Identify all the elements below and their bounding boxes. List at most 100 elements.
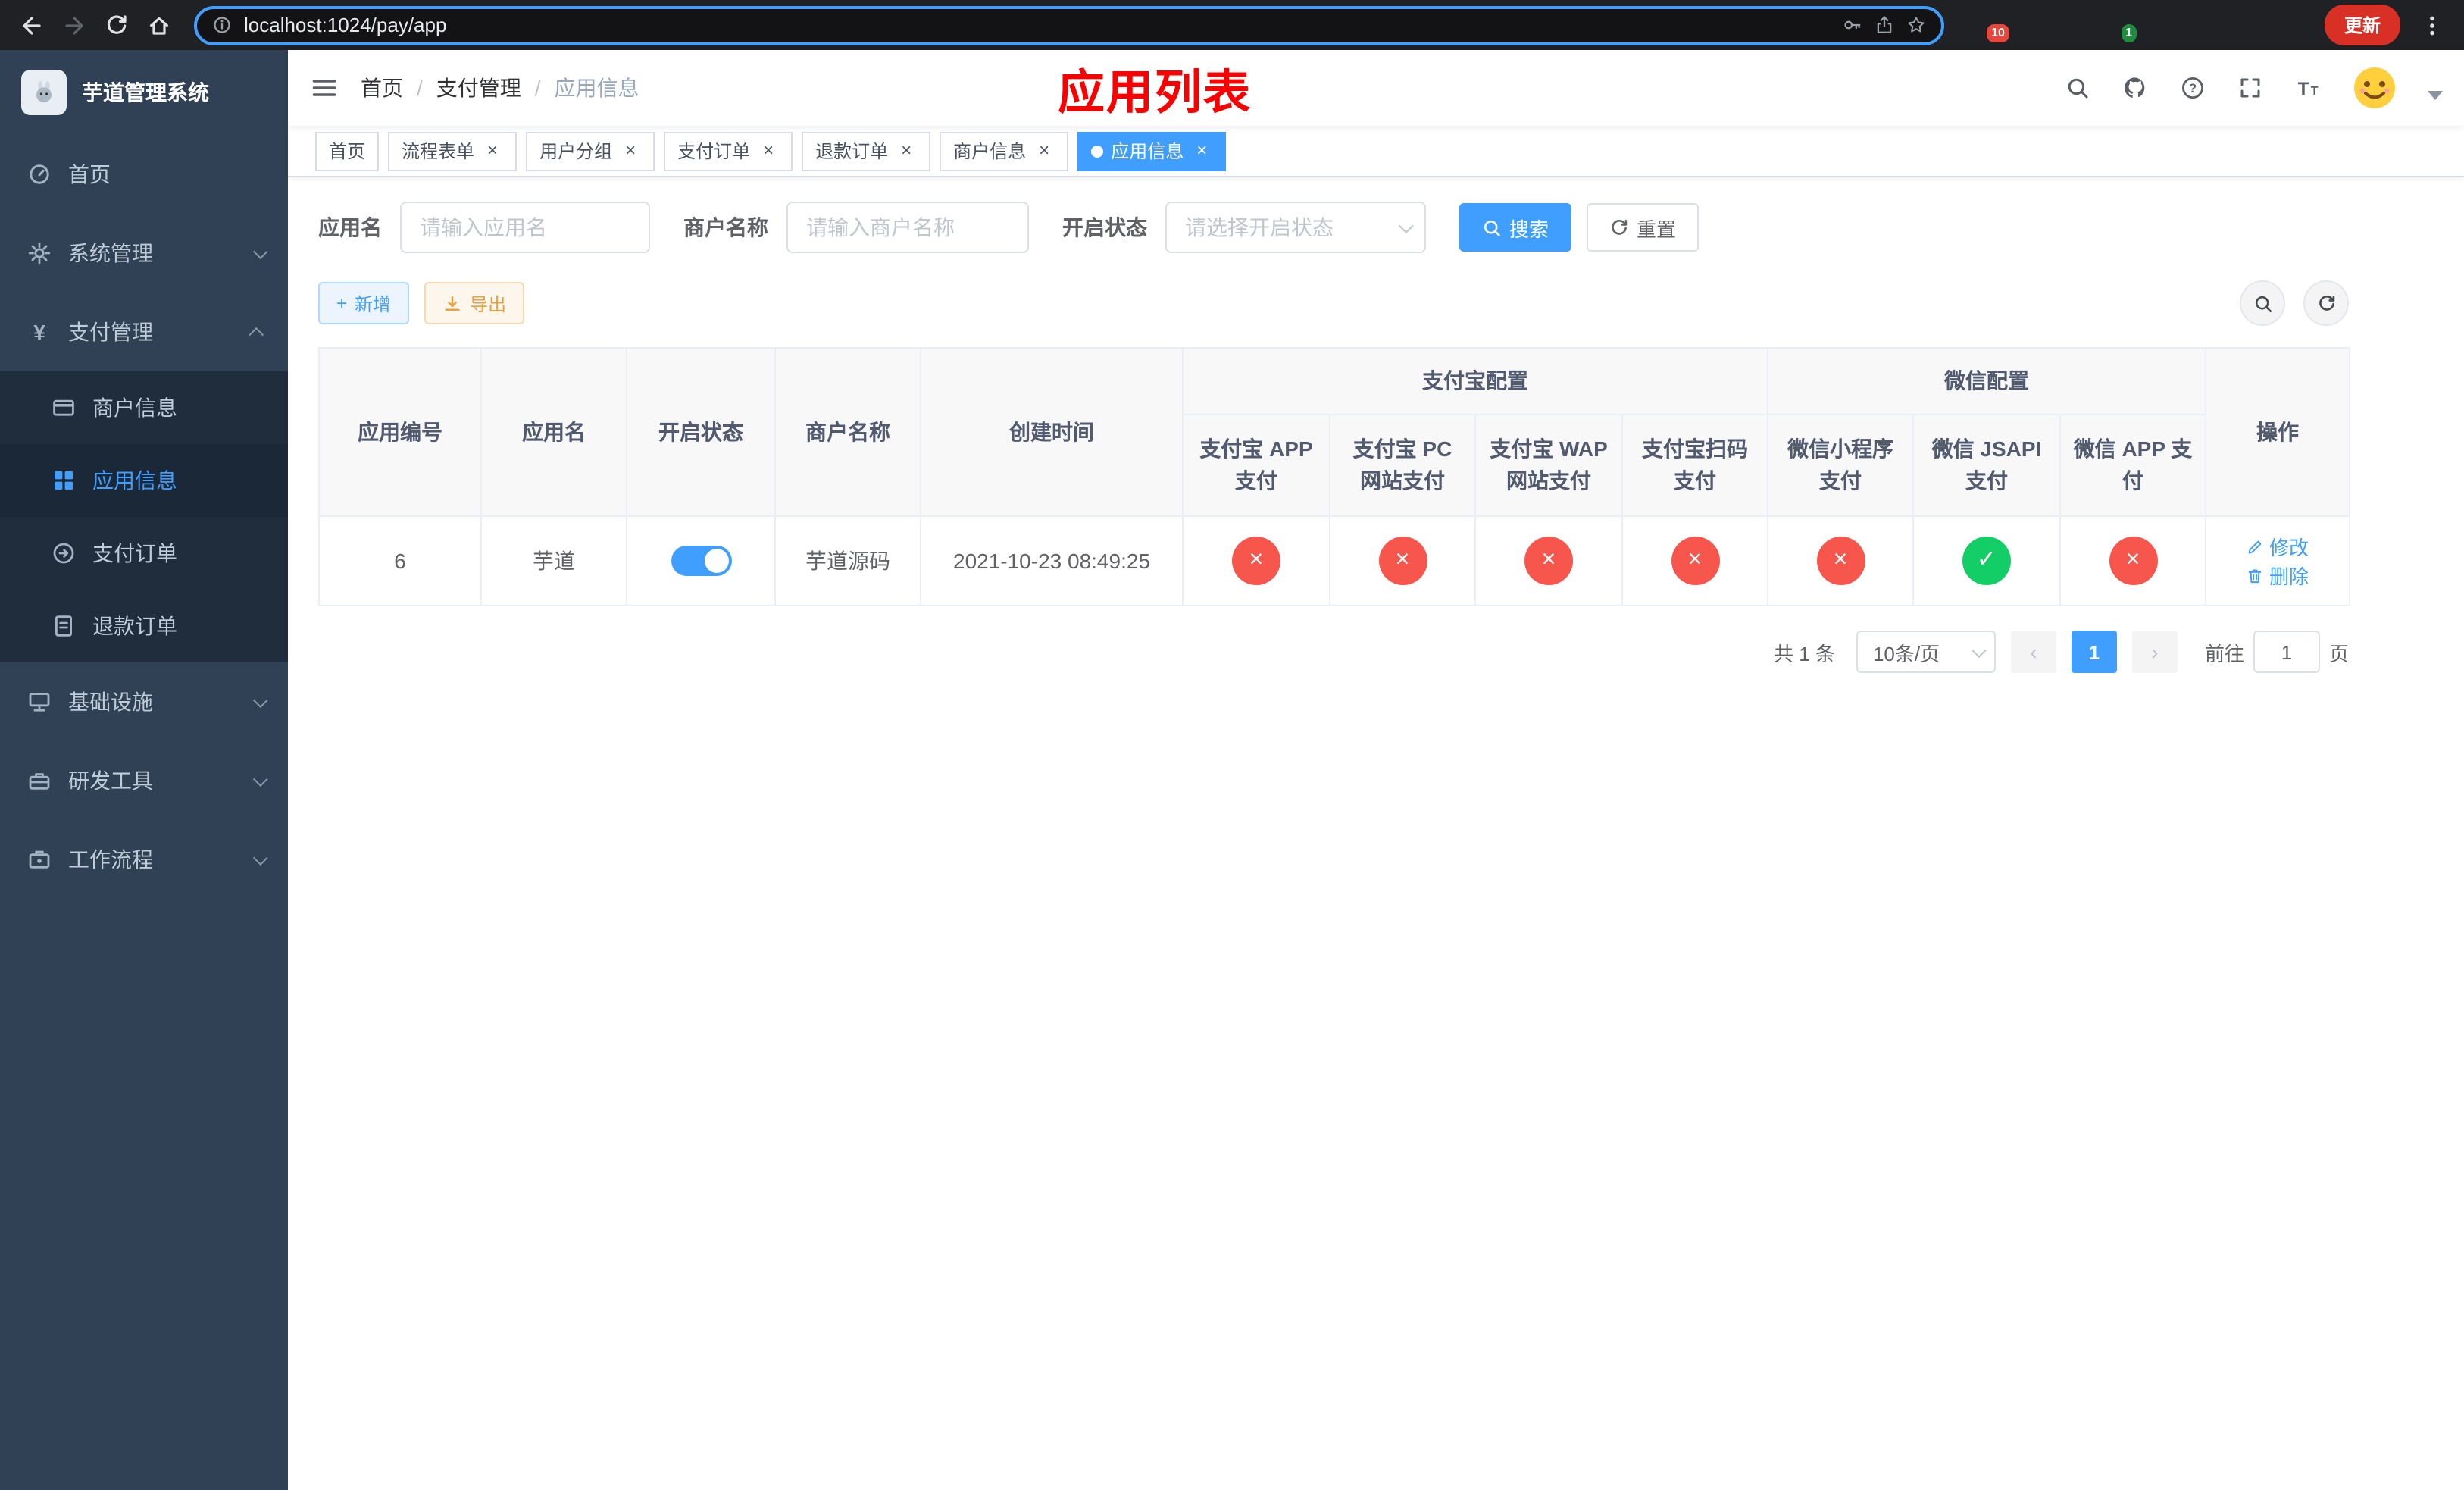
goto-page-input[interactable] [2253,631,2320,673]
app-name-input[interactable] [400,202,650,253]
col-alipay-pc: 支付宝 PC 网站支付 [1329,414,1476,517]
close-icon[interactable]: × [1191,139,1212,161]
browser-reload-icon[interactable] [97,5,136,45]
browser-update-button[interactable]: 更新 [2324,5,2400,45]
browser-forward-icon[interactable] [55,5,94,45]
export-button[interactable]: 导出 [424,282,525,324]
help-icon[interactable]: ? [2179,74,2206,102]
url-text[interactable]: localhost:1024/pay/app [244,14,1831,36]
tab-app-info[interactable]: 应用信息 × [1077,131,1227,171]
credit-card-icon [52,396,76,420]
briefcase-icon [27,847,52,872]
col-merchant: 商户名称 [774,347,921,517]
sidebar-item-infrastructure[interactable]: 基础设施 [0,662,288,741]
font-size-icon[interactable]: TT [2294,74,2322,102]
browser-home-icon[interactable] [139,5,179,45]
sidebar-item-app-info[interactable]: 应用信息 [0,444,288,517]
extension-color-wheel-icon[interactable]: 1 [2102,12,2138,44]
url-bar[interactable]: localhost:1024/pay/app [194,5,1944,45]
prev-page-button[interactable]: ‹ [2010,631,2056,673]
refresh-icon[interactable] [2303,280,2349,326]
table-row: 6 芋道 芋道源码 2021-10-23 08:49:25 × × × × × … [318,515,2350,606]
grid-icon [52,468,76,493]
status-select[interactable]: 请选择开启状态 [1165,202,1426,253]
extension-notes-icon[interactable] [2187,12,2212,38]
extension-dark-icon[interactable] [2059,12,2085,38]
tab-home[interactable]: 首页 [315,131,380,171]
search-button-label: 搜索 [1509,218,1549,240]
close-icon[interactable]: × [482,139,503,161]
close-icon[interactable]: × [758,139,779,161]
hamburger-icon[interactable] [288,50,361,126]
browser-menu-kebab-icon[interactable] [2412,5,2452,45]
search-button[interactable]: 搜索 [1459,203,1572,252]
col-create-time: 创建时间 [920,347,1184,517]
wx-mini-status-icon: × [1816,537,1865,585]
tab-label: 商户信息 [953,141,1027,162]
cell-actions: 修改 删除 [2205,515,2350,606]
tab-process-form[interactable]: 流程表单 × [388,131,518,171]
page-size-select[interactable]: 10条/页 [1856,631,1996,673]
sidebar-item-home[interactable]: 首页 [0,135,288,214]
tab-label: 支付订单 [677,141,751,162]
pagination-total: 共 1 条 [1774,642,1835,665]
alipay-qr-status-icon: × [1671,537,1719,585]
browser-chrome: localhost:1024/pay/app 10 1 更新 [0,0,2464,50]
sidebar-item-payment[interactable]: ¥ 支付管理 [0,293,288,371]
col-alipay-wap: 支付宝 WAP 网站支付 [1474,414,1623,517]
tab-refund-orders[interactable]: 退款订单 × [802,131,931,171]
bookmark-star-icon[interactable] [1906,15,1926,35]
chevron-down-icon [252,243,268,259]
github-icon[interactable] [2122,74,2149,102]
password-key-icon[interactable] [1843,15,1862,35]
chevron-up-icon [249,326,264,342]
browser-back-icon[interactable] [12,5,52,45]
close-icon[interactable]: × [1033,139,1055,161]
extensions-puzzle-icon[interactable] [2229,12,2255,38]
tab-payment-orders[interactable]: 支付订单 × [664,131,793,171]
close-icon[interactable]: × [620,139,641,161]
sidebar-item-payment-orders[interactable]: 支付订单 [0,517,288,590]
sidebar-item-workflow[interactable]: 工作流程 [0,820,288,899]
sidebar-logo[interactable]: 芋道管理系统 [0,50,288,135]
toggle-search-icon[interactable] [2240,280,2285,326]
plus-icon: + [336,293,348,314]
browser-profile-avatar[interactable] [2272,12,2297,38]
sidebar-item-merchant-info[interactable]: 商户信息 [0,371,288,444]
toolbox-icon [27,768,52,793]
reset-button[interactable]: 重置 [1587,203,1699,252]
document-icon [52,614,76,638]
status-toggle[interactable] [671,546,731,576]
tab-user-group[interactable]: 用户分组 × [526,131,655,171]
chevron-down-icon [252,850,268,866]
user-avatar[interactable] [2352,65,2397,111]
apps-table: 应用编号 应用名 开启状态 商户名称 创建时间 支付宝配置 微信配置 操作 支付… [318,347,2434,606]
breadcrumb-home[interactable]: 首页 [361,73,403,103]
extension-grid-icon[interactable]: 10 [1975,12,2011,44]
col-wx-mini: 微信小程序支付 [1767,414,1914,517]
extension-drop-icon[interactable] [2017,12,2043,38]
sidebar-item-refund-orders[interactable]: 退款订单 [0,590,288,662]
fullscreen-icon[interactable] [2237,74,2264,102]
next-page-button[interactable]: › [2131,631,2178,673]
caret-down-icon[interactable] [2428,91,2443,100]
goto-prefix: 前往 [2204,642,2244,665]
add-button-label: 新增 [355,293,392,315]
breadcrumb-payment[interactable]: 支付管理 [436,73,521,103]
delete-link[interactable]: 删除 [2247,561,2309,590]
page-number-1[interactable]: 1 [2071,631,2117,673]
tab-merchant-info[interactable]: 商户信息 × [940,131,1069,171]
sidebar-item-system[interactable]: 系统管理 [0,214,288,293]
sidebar-item-dev-tools[interactable]: 研发工具 [0,741,288,820]
extension-wechat-icon[interactable] [2144,12,2170,38]
chevron-down-icon [252,771,268,787]
edit-link[interactable]: 修改 [2247,532,2309,561]
merchant-name-input[interactable] [786,202,1029,253]
close-icon[interactable]: × [896,139,917,161]
wx-jsapi-status-icon: ✓ [1962,537,2011,585]
wx-app-status-icon: × [2109,537,2157,585]
add-button[interactable]: + 新增 [318,282,410,324]
site-info-icon[interactable] [212,15,232,35]
search-icon[interactable] [2064,74,2091,102]
share-icon[interactable] [1875,15,1894,35]
